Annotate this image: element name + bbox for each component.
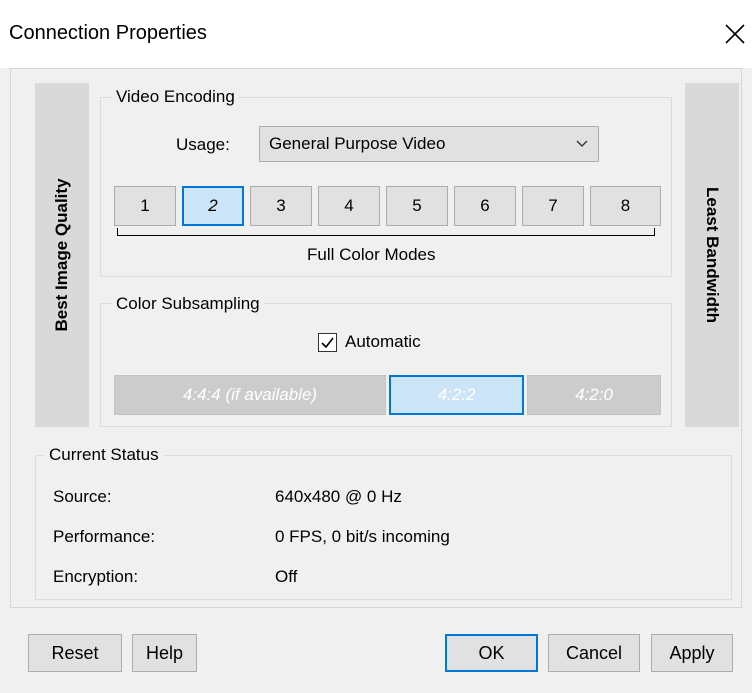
apply-button[interactable]: Apply <box>651 634 733 672</box>
mode-button-5[interactable]: 5 <box>386 186 448 226</box>
chevron-down-icon <box>576 140 588 147</box>
least-bandwidth-label: Least Bandwidth <box>703 186 722 324</box>
mode-button-4[interactable]: 4 <box>318 186 380 226</box>
best-image-quality-panel: Best Image Quality <box>35 83 89 427</box>
window-title: Connection Properties <box>9 22 207 44</box>
help-button[interactable]: Help <box>132 634 197 672</box>
color-subsampling-legend: Color Subsampling <box>112 294 264 314</box>
subsampling-420-button[interactable]: 4:2:0 <box>527 375 661 415</box>
performance-label: Performance: <box>53 527 156 546</box>
video-encoding-legend: Video Encoding <box>112 87 239 107</box>
source-value: 640x480 @ 0 Hz <box>275 487 402 506</box>
mode-button-6[interactable]: 6 <box>454 186 516 226</box>
current-status-legend: Current Status <box>45 445 163 465</box>
mode-button-8[interactable]: 8 <box>590 186 661 226</box>
source-label: Source: <box>53 487 112 506</box>
usage-select-value: General Purpose Video <box>269 134 446 153</box>
title-bar: Connection Properties <box>0 0 752 68</box>
close-icon[interactable] <box>717 16 752 52</box>
usage-select[interactable]: General Purpose Video <box>259 126 599 162</box>
mode-button-3[interactable]: 3 <box>250 186 312 226</box>
full-color-modes-caption: Full Color Modes <box>307 245 436 264</box>
ok-button[interactable]: OK <box>445 634 538 672</box>
encryption-label: Encryption: <box>53 567 139 586</box>
reset-button[interactable]: Reset <box>28 634 122 672</box>
usage-label: Usage: <box>176 135 230 154</box>
mode-button-7[interactable]: 7 <box>522 186 584 226</box>
close-icon-glyph <box>725 24 745 44</box>
automatic-checkbox[interactable] <box>318 333 337 352</box>
performance-value: 0 FPS, 0 bit/s incoming <box>275 527 450 546</box>
cancel-button[interactable]: Cancel <box>548 634 640 672</box>
encryption-value: Off <box>275 567 298 586</box>
subsampling-444-button[interactable]: 4:4:4 (if available) <box>114 375 386 415</box>
least-bandwidth-panel: Least Bandwidth <box>685 83 739 427</box>
subsampling-422-button[interactable]: 4:2:2 <box>389 375 524 415</box>
connection-properties-dialog: Connection Properties Best Image Quality… <box>0 0 752 693</box>
best-image-quality-label: Best Image Quality <box>52 178 71 332</box>
automatic-label: Automatic <box>345 332 421 351</box>
full-color-modes-bracket <box>117 228 655 236</box>
checkmark-icon <box>321 337 334 349</box>
mode-button-1[interactable]: 1 <box>114 186 176 226</box>
mode-button-2[interactable]: 2 <box>182 186 244 226</box>
